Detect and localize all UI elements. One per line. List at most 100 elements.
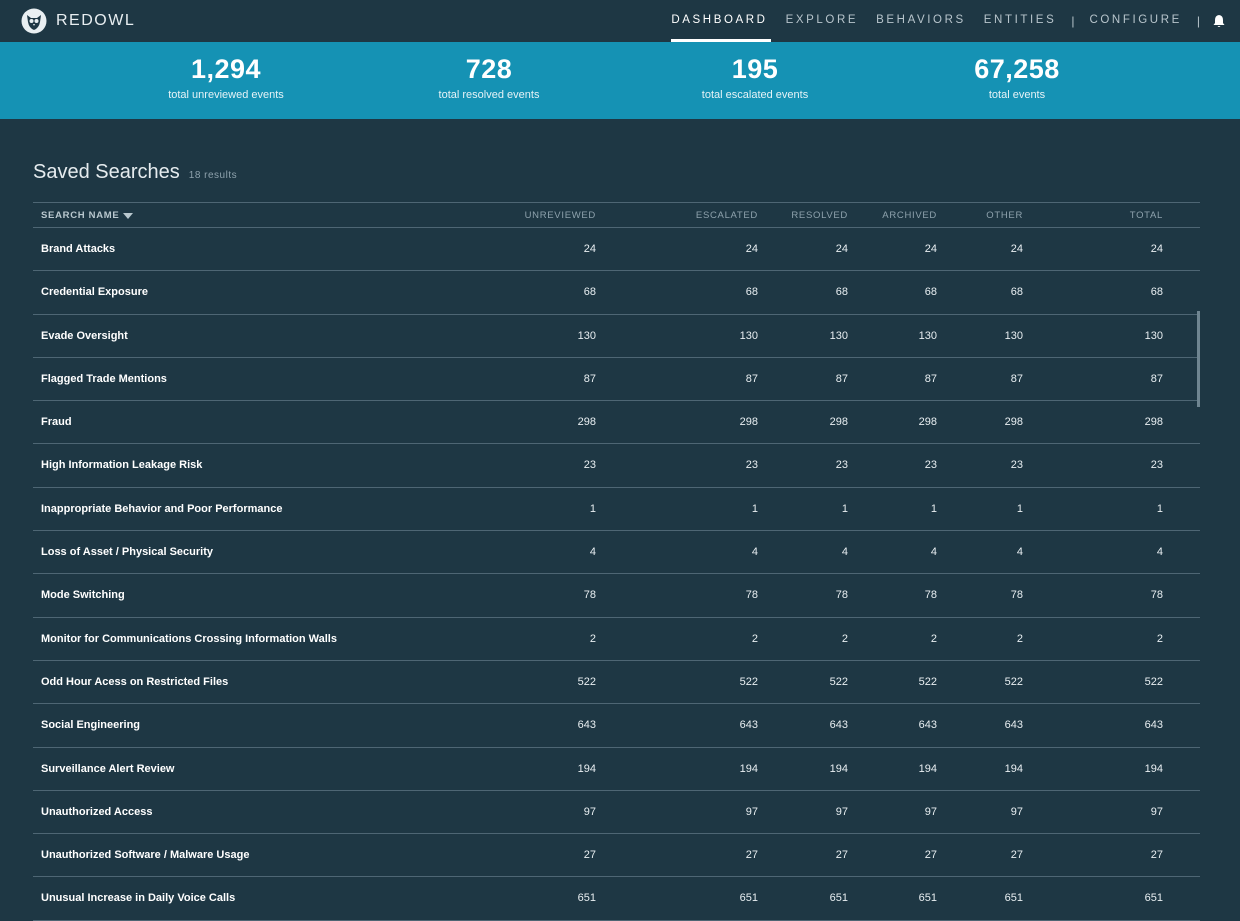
unreviewed-count-cell: 298	[577, 416, 596, 429]
stat-total[interactable]: 67,258 total events	[907, 52, 1127, 101]
other-count-cell: 97	[1010, 805, 1023, 818]
escalated-count-cell: 68	[745, 286, 758, 299]
stat-unreviewed[interactable]: 1,294 total unreviewed events	[116, 52, 336, 101]
table-row[interactable]: Unauthorized Access 97 97 97 97 97 97	[33, 791, 1200, 835]
archived-count-cell: 130	[918, 329, 937, 342]
archived-count-cell: 87	[924, 372, 937, 385]
escalated-count-cell: 23	[745, 459, 758, 472]
column-header-resolved[interactable]: RESOLVED	[791, 210, 848, 221]
table-row[interactable]: Flagged Trade Mentions 87 87 87 87 87 87	[33, 358, 1200, 402]
nav-entities[interactable]: ENTITIES	[984, 0, 1057, 42]
table-row[interactable]: Fraud 298 298 298 298 298 298	[33, 401, 1200, 445]
column-header-unreviewed[interactable]: UNREVIEWED	[525, 210, 596, 221]
table-row[interactable]: Inappropriate Behavior and Poor Performa…	[33, 488, 1200, 532]
search-name-cell[interactable]: High Information Leakage Risk	[41, 459, 202, 471]
archived-count-cell: 194	[918, 762, 937, 775]
column-header-total[interactable]: TOTAL	[1130, 210, 1163, 221]
archived-count-cell: 97	[924, 805, 937, 818]
total-count-cell: 194	[1144, 762, 1163, 775]
resolved-count-cell: 68	[835, 286, 848, 299]
nav-dashboard[interactable]: DASHBOARD	[671, 0, 771, 42]
table-row[interactable]: Loss of Asset / Physical Security 4 4 4 4 4 4	[33, 531, 1200, 575]
unreviewed-count-cell: 97	[583, 805, 596, 818]
table-row[interactable]: Surveillance Alert Review 194 194 194 194 194…	[33, 748, 1200, 791]
unreviewed-count-cell: 651	[577, 892, 596, 905]
table-row[interactable]: Brand Attacks 24 24 24 24 24 24	[33, 228, 1200, 272]
nav-configure[interactable]: CONFIGURE	[1089, 0, 1181, 42]
total-count-cell: 1	[1156, 502, 1163, 515]
search-name-cell[interactable]: Unauthorized Software / Malware Usage	[41, 849, 249, 861]
table-row[interactable]: Unusual Increase in Daily Voice Calls 651…	[33, 877, 1200, 921]
resolved-count-cell: 298	[829, 416, 848, 429]
search-name-cell[interactable]: Inappropriate Behavior and Poor Performa…	[41, 503, 282, 515]
resolved-count-cell: 78	[835, 589, 848, 602]
archived-count-cell: 24	[924, 243, 937, 255]
page-title: Saved Searches	[33, 161, 180, 183]
column-header-search-name[interactable]: SEARCH NAME	[41, 210, 134, 221]
table-row[interactable]: Unauthorized Software / Malware Usage 27 2…	[33, 834, 1200, 878]
unreviewed-count-cell: 130	[577, 329, 596, 342]
escalated-count-cell: 27	[745, 849, 758, 862]
archived-count-cell: 1	[930, 502, 937, 515]
column-header-escalated[interactable]: ESCALATED	[696, 210, 758, 221]
stat-escalated[interactable]: 195 total escalated events	[645, 52, 865, 101]
table-row[interactable]: Mode Switching 78 78 78 78 78 78	[33, 574, 1200, 618]
brand-logo[interactable]: REDOWL	[21, 8, 135, 34]
total-count-cell: 27	[1150, 849, 1163, 862]
archived-count-cell: 2	[930, 632, 937, 645]
archived-count-cell: 78	[924, 589, 937, 602]
escalated-count-cell: 24	[745, 243, 758, 255]
table-row[interactable]: Evade Oversight 130 130 130 130 130 130	[33, 315, 1200, 358]
search-name-cell[interactable]: Monitor for Communications Crossing Info…	[41, 633, 337, 645]
archived-count-cell: 298	[918, 416, 937, 429]
search-name-cell[interactable]: Odd Hour Acess on Restricted Files	[41, 676, 228, 688]
unreviewed-count-cell: 68	[583, 286, 596, 299]
search-name-cell[interactable]: Flagged Trade Mentions	[41, 373, 167, 385]
search-name-cell[interactable]: Fraud	[41, 416, 72, 428]
search-name-cell[interactable]: Surveillance Alert Review	[41, 763, 175, 775]
search-name-cell[interactable]: Evade Oversight	[41, 330, 128, 342]
total-count-cell: 643	[1144, 719, 1163, 732]
table-row[interactable]: High Information Leakage Risk 23 23 23 23 23 2…	[33, 444, 1200, 488]
total-count-cell: 298	[1144, 416, 1163, 429]
search-name-cell[interactable]: Unusual Increase in Daily Voice Calls	[41, 892, 235, 904]
resolved-count-cell: 1	[841, 502, 848, 515]
other-count-cell: 1	[1016, 502, 1023, 515]
resolved-count-cell: 651	[829, 892, 848, 905]
archived-count-cell: 651	[918, 892, 937, 905]
table-row[interactable]: Social Engineering 643 643 643 643 643 643	[33, 704, 1200, 748]
stats-bar: 1,294 total unreviewed events 728 total …	[0, 42, 1240, 119]
table-row[interactable]: Odd Hour Acess on Restricted Files 522 522…	[33, 661, 1200, 705]
brand-name: REDOWL	[56, 12, 136, 29]
archived-count-cell: 4	[930, 546, 937, 559]
escalated-count-cell: 87	[745, 372, 758, 385]
stat-value: 728	[465, 54, 513, 84]
table-scrollbar[interactable]	[1197, 311, 1200, 407]
resolved-count-cell: 522	[829, 675, 848, 688]
resolved-count-cell: 87	[835, 372, 848, 385]
search-name-cell[interactable]: Loss of Asset / Physical Security	[41, 546, 213, 558]
total-count-cell: 78	[1150, 589, 1163, 602]
other-count-cell: 298	[1004, 416, 1023, 429]
search-name-cell[interactable]: Mode Switching	[41, 589, 125, 601]
search-name-cell[interactable]: Brand Attacks	[41, 243, 115, 255]
archived-count-cell: 643	[918, 719, 937, 732]
total-count-cell: 2	[1156, 632, 1163, 645]
search-name-cell[interactable]: Credential Exposure	[41, 286, 148, 298]
other-count-cell: 27	[1010, 849, 1023, 862]
section-header: Saved Searches 18 results	[33, 161, 237, 184]
column-header-archived[interactable]: ARCHIVED	[882, 210, 937, 221]
stat-resolved[interactable]: 728 total resolved events	[379, 52, 599, 101]
bell-icon[interactable]	[1212, 14, 1226, 28]
column-header-other[interactable]: OTHER	[986, 210, 1023, 221]
table-row[interactable]: Credential Exposure 68 68 68 68 68 68	[33, 271, 1200, 315]
unreviewed-count-cell: 78	[583, 589, 596, 602]
table-row[interactable]: Monitor for Communications Crossing Info…	[33, 618, 1200, 661]
resolved-count-cell: 2	[841, 632, 848, 645]
search-name-cell[interactable]: Social Engineering	[41, 719, 140, 731]
stat-value: 195	[731, 54, 779, 84]
nav-behaviors[interactable]: BEHAVIORS	[876, 0, 966, 42]
search-name-cell[interactable]: Unauthorized Access	[41, 806, 152, 818]
nav-explore[interactable]: EXPLORE	[786, 0, 859, 42]
owl-logo-icon	[21, 8, 47, 34]
